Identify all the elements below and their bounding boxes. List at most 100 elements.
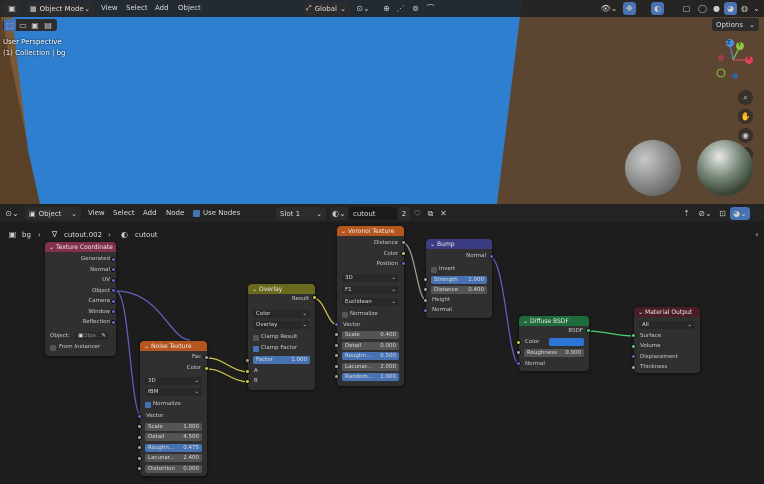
normalize-checkbox[interactable] [342, 312, 348, 318]
node-overlay[interactable]: ⌄ Overlay Result Color ⌄ Overlay ⌄ Clamp Re… [248, 284, 315, 390]
breadcrumb-material[interactable]: cutout [135, 231, 158, 239]
node-menu-node[interactable]: Node [166, 209, 184, 217]
material-name-field[interactable]: cutout [349, 207, 397, 220]
lacunarity-field[interactable]: Lacunar... 2.000 [342, 363, 399, 371]
feature-dropdown[interactable]: F1 ⌄ [342, 286, 399, 294]
socket-vector-in[interactable] [137, 414, 142, 419]
node-header[interactable]: ⌄ Texture Coordinate [45, 242, 116, 252]
object-picker-field[interactable]: ▣ Obje... ✎ [75, 332, 109, 340]
socket-roughness-in[interactable] [137, 445, 142, 450]
viewport-3d[interactable]: ▣ ▦ Object Mode ⌄ View Select Add Object ⤢… [0, 0, 764, 204]
roughness-field[interactable]: Roughn... 0.500 [342, 352, 399, 360]
socket-color[interactable] [401, 251, 406, 256]
socket-surface-in[interactable] [631, 333, 636, 338]
shading-options-icon[interactable]: ⌄ [750, 2, 763, 15]
socket-vector-in[interactable] [334, 322, 339, 327]
invert-checkbox[interactable] [431, 267, 437, 273]
visibility-icon[interactable]: 👁⌄ [600, 2, 618, 15]
unlink-material-icon[interactable]: ✕ [437, 207, 450, 220]
randomness-field[interactable]: Random... 1.000 [342, 373, 399, 381]
node-header[interactable]: ⌄ Noise Texture [140, 341, 207, 351]
socket-generated[interactable] [111, 257, 116, 262]
shader-type-dropdown[interactable]: ▣ Object ⌄ [25, 207, 81, 220]
scale-field[interactable]: Scale 0.400 [342, 331, 399, 339]
select-subtract-icon[interactable]: ▤ [42, 19, 54, 31]
shading-material-icon[interactable]: ◕ [724, 2, 737, 15]
strength-field[interactable]: Strength 1.000 [431, 276, 487, 284]
data-type-dropdown[interactable]: Color ⌄ [253, 310, 310, 318]
zoom-icon[interactable]: ⌕ [738, 90, 753, 105]
metric-dropdown[interactable]: Euclidean ⌄ [342, 298, 399, 306]
overlay-node-icon[interactable]: ⊡ [716, 207, 729, 220]
socket-uv[interactable] [111, 278, 116, 283]
pivot-icon[interactable]: ⊙⌄ [354, 2, 372, 15]
fake-user-icon[interactable]: ♡ [411, 207, 424, 220]
socket-displacement-in[interactable] [631, 354, 636, 359]
socket-detail-in[interactable] [137, 435, 142, 440]
color-swatch[interactable] [549, 338, 584, 346]
dimension-dropdown[interactable]: 3D ⌄ [145, 377, 202, 385]
socket-detail-in[interactable] [334, 343, 339, 348]
socket-volume-in[interactable] [631, 344, 636, 349]
menu-object[interactable]: Object [178, 4, 201, 12]
socket-distance-in[interactable] [423, 287, 428, 292]
duplicate-material-icon[interactable]: ⧉ [424, 207, 437, 220]
editor-type-icon[interactable]: ⊙⌄ [3, 207, 21, 220]
socket-strength-in[interactable] [423, 277, 428, 282]
material-browse-icon[interactable]: ◐⌄ [330, 207, 348, 220]
factor-field[interactable]: Factor 1.000 [253, 356, 310, 364]
menu-add[interactable]: Add [155, 4, 169, 12]
pan-hand-icon[interactable]: ✋ [738, 109, 753, 124]
socket-normal-in[interactable] [516, 361, 521, 366]
material-users-count[interactable]: 2 [398, 207, 410, 220]
proportional-edit-icon[interactable]: ⊚ [409, 2, 422, 15]
node-header[interactable]: ⌄ Diffuse BSDF [519, 316, 589, 326]
blend-mode-dropdown[interactable]: Overlay ⌄ [253, 321, 310, 329]
socket-color[interactable] [204, 366, 209, 371]
scale-field[interactable]: Scale 1.000 [145, 423, 202, 431]
socket-distance[interactable] [401, 240, 406, 245]
dimension-dropdown[interactable]: 3D ⌄ [342, 274, 399, 282]
slot-dropdown[interactable]: Slot 1 ⌄ [276, 207, 326, 220]
menu-view[interactable]: View [101, 4, 118, 12]
detail-field[interactable]: Detail 0.000 [342, 342, 399, 350]
socket-normal[interactable] [111, 267, 116, 272]
socket-color-in[interactable] [516, 340, 521, 345]
socket-normal-out[interactable] [489, 254, 494, 259]
socket-normal-in[interactable] [423, 308, 428, 313]
node-texture-coordinate[interactable]: ⌄ Texture Coordinate Generated Normal UV … [45, 242, 116, 356]
node-voronoi-texture[interactable]: ⌄ Voronoi Texture Distance Color Position… [337, 226, 404, 386]
snap-node-icon[interactable]: ⊘⌄ [696, 207, 714, 220]
xray-icon[interactable]: ▢ [680, 2, 693, 15]
socket-factor-in[interactable] [245, 358, 250, 363]
orientation-dropdown[interactable]: ⤢ Global ⌄ [302, 2, 350, 15]
options-dropdown[interactable]: Options ⌄ [712, 18, 759, 31]
node-bump[interactable]: ⌄ Bump Normal Invert Strength 1.000 Distan… [426, 239, 492, 318]
select-extend-icon[interactable]: ▣ [29, 19, 41, 31]
detail-field[interactable]: Detail 4.500 [145, 433, 202, 441]
distance-field[interactable]: Distance 0.400 [431, 286, 487, 294]
node-header[interactable]: ⌄ Overlay [248, 284, 315, 294]
socket-scale-in[interactable] [334, 332, 339, 337]
camera-view-icon[interactable]: ◉ [738, 128, 753, 143]
socket-lacunarity-in[interactable] [137, 456, 142, 461]
node-diffuse-bsdf[interactable]: ⌄ Diffuse BSDF BSDF Color Roughness 0.000 … [519, 316, 589, 371]
socket-bsdf-out[interactable] [586, 328, 591, 333]
socket-window[interactable] [111, 309, 116, 314]
backdrop-icon[interactable]: ◕⌄ [730, 207, 750, 220]
normalize-checkbox[interactable] [145, 402, 151, 408]
use-nodes-checkbox[interactable] [193, 210, 200, 217]
socket-result[interactable] [312, 295, 317, 300]
roughness-field[interactable]: Roughness 0.000 [524, 349, 584, 357]
socket-a-in[interactable] [245, 369, 250, 374]
distortion-field[interactable]: Distortion 0.000 [145, 465, 202, 473]
node-header[interactable]: ⌄ Bump [426, 239, 492, 249]
socket-lacunarity-in[interactable] [334, 364, 339, 369]
socket-randomness-in[interactable] [334, 374, 339, 379]
socket-roughness-in[interactable] [516, 350, 521, 355]
gizmo-toggle-icon[interactable]: ✥ [623, 2, 636, 15]
mode-dropdown[interactable]: ▦ Object Mode ⌄ [26, 2, 94, 15]
socket-reflection[interactable] [111, 320, 116, 325]
socket-b-in[interactable] [245, 379, 250, 384]
editor-type-icon[interactable]: ▣ [3, 2, 21, 15]
